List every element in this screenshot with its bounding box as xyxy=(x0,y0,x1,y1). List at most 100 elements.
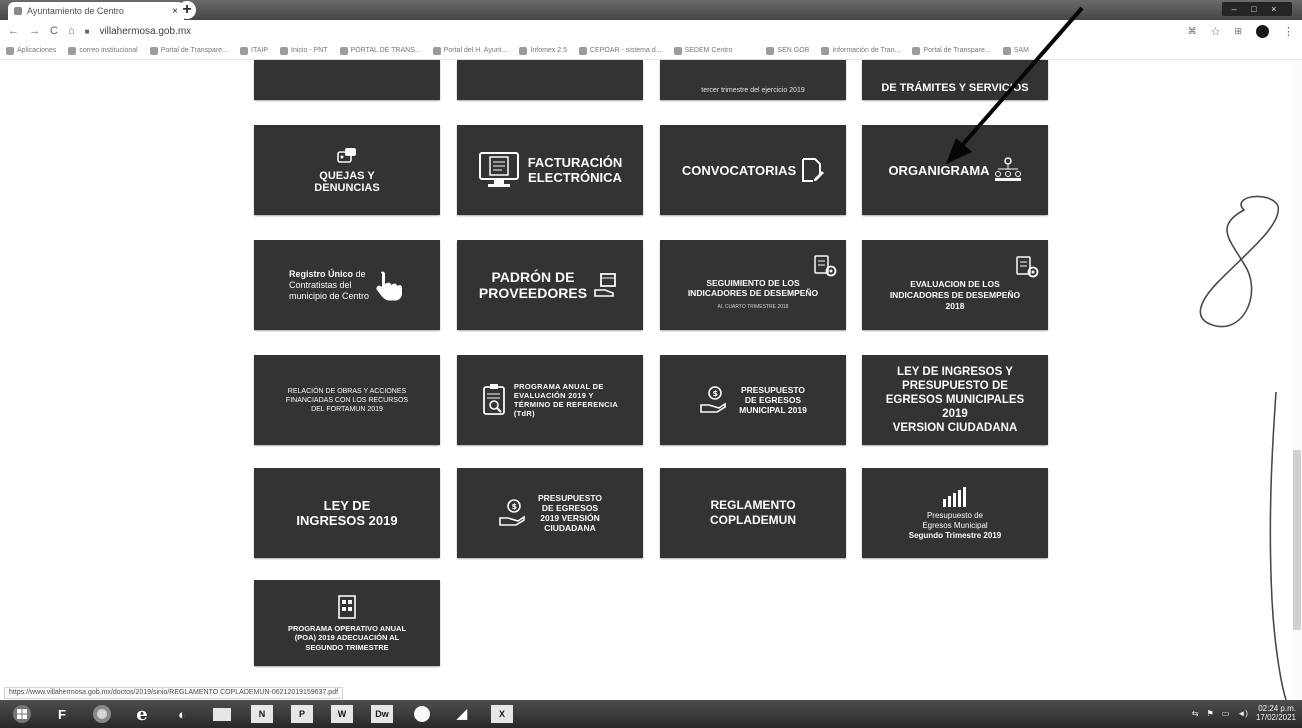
tile-ley-presupuesto-ciudadana[interactable]: LEY DE INGRESOS Y PRESUPUESTO DE EGRESOS… xyxy=(862,355,1048,445)
app-icon: ◢ xyxy=(457,706,467,721)
taskbar-filezilla[interactable]: F xyxy=(44,702,80,726)
network-icon[interactable]: ▭ xyxy=(1222,709,1230,718)
bookmark-item[interactable]: SEDEM Centro xyxy=(673,46,732,55)
bookmark-icon xyxy=(578,46,587,55)
computer-invoice-icon xyxy=(478,152,519,187)
scrollbar-thumb[interactable] xyxy=(1293,450,1301,630)
bookmark-icon xyxy=(149,46,158,55)
menu-icon[interactable]: ⋮ xyxy=(1283,25,1294,38)
bookmark-item[interactable]: Infomex 2.5 xyxy=(519,46,567,55)
bookmark-item[interactable]: ITAIP xyxy=(240,46,268,55)
hand-box-icon xyxy=(594,273,616,297)
tile-ley-ingresos[interactable]: LEY DE INGRESOS 2019 xyxy=(254,468,440,558)
chrome-icon xyxy=(93,705,111,723)
taskbar-misc[interactable]: ◢ xyxy=(444,702,480,726)
status-url: https://www.villahermosa.gob.mx/doctos/2… xyxy=(4,687,344,699)
back-icon[interactable]: ← xyxy=(8,25,19,37)
bookmark-icon xyxy=(68,46,77,55)
taskbar-onenote[interactable]: N xyxy=(251,705,273,723)
bookmark-item[interactable]: Portal de Transpare... xyxy=(149,46,228,55)
tile-partial-1[interactable] xyxy=(254,60,440,100)
taskbar-explorer[interactable] xyxy=(204,702,240,726)
translate-icon[interactable]: ⌘ xyxy=(1188,26,1197,37)
browser-tab[interactable]: Ayuntamiento de Centro × xyxy=(8,2,184,20)
tile-convocatorias[interactable]: CONVOCATORIAS xyxy=(660,125,846,215)
tile-programa-evaluacion[interactable]: PROGRAMA ANUAL DE EVALUACIÓN 2019 Y TÉRM… xyxy=(457,355,643,445)
taskbar-powerpoint[interactable]: P xyxy=(291,705,313,723)
tile-evaluacion-indicadores[interactable]: EVALUACION DE LOS INDICADORES DE DESEMPE… xyxy=(862,240,1048,330)
taskbar-word[interactable]: W xyxy=(331,705,353,723)
volume-icon[interactable]: ◄) xyxy=(1237,709,1248,718)
complaints-icon xyxy=(337,148,356,163)
bookmark-item[interactable]: Portal de Transpare... xyxy=(912,46,991,55)
tile-facturacion[interactable]: FACTURACIÓN ELECTRÓNICA xyxy=(457,125,643,215)
bookmark-item[interactable]: Portal del H. Ayunt... xyxy=(432,46,507,55)
tile-partial-2[interactable] xyxy=(457,60,643,100)
bookmark-item[interactable]: Información de Tran... xyxy=(821,46,900,55)
reload-icon[interactable]: C xyxy=(50,25,58,37)
bookmark-item[interactable]: Inicio - PNT xyxy=(280,46,328,55)
tile-seguimiento-indicadores[interactable]: SEGUIMIENTO DE LOS INDICADORES DE DESEMP… xyxy=(660,240,846,330)
taskbar-excel[interactable]: X xyxy=(491,705,513,723)
bookmark-item[interactable]: correo institucional xyxy=(68,46,138,55)
bookmark-icon xyxy=(432,46,441,55)
favicon-icon xyxy=(14,7,22,15)
home-icon[interactable]: ⌂ xyxy=(68,25,75,37)
taskbar-dreamweaver[interactable]: Dw xyxy=(371,705,393,723)
tile-organigrama[interactable]: ORGANIGRAMA xyxy=(862,125,1048,215)
apps-icon xyxy=(6,46,14,55)
bookmark-icon xyxy=(821,46,830,55)
org-chart-icon xyxy=(994,157,1021,181)
tab-strip: Ayuntamiento de Centro × + – □ × xyxy=(0,0,1302,20)
bookmark-item[interactable]: PORTAL DE TRANS... xyxy=(339,46,421,55)
bookmark-item[interactable]: CEPOAR - sistema d... xyxy=(578,46,662,55)
extension-icon[interactable]: ⊞ xyxy=(1234,26,1242,37)
star-icon[interactable]: ☆ xyxy=(1211,25,1221,38)
lock-icon: ■ xyxy=(84,26,90,36)
bookmark-icon xyxy=(280,46,288,55)
tile-presupuesto-segundo-trimestre[interactable]: Presupuesto de Egresos Municipal Segundo… xyxy=(862,468,1048,558)
tile-presupuesto-egresos-2019[interactable]: $ PRESUPUESTO DE EGRESOS MUNICIPAL 2019 xyxy=(660,355,846,445)
url-field[interactable]: villahermosa.gob.mx xyxy=(99,26,191,37)
tile-quejas[interactable]: QUEJAS Y DENUNCIAS xyxy=(254,125,440,215)
bookmark-icon xyxy=(673,46,682,55)
bookmark-icon xyxy=(766,46,775,55)
taskbar-chrome[interactable] xyxy=(84,702,120,726)
taskbar-ie[interactable]: e xyxy=(124,702,160,726)
taskbar-app[interactable] xyxy=(404,702,440,726)
tile-relacion-obras[interactable]: RELACIÓN DE OBRAS Y ACCIONES FINANCIADAS… xyxy=(254,355,440,445)
money-hand-icon: $ xyxy=(700,386,726,413)
clipboard-gear-icon xyxy=(1016,255,1039,277)
clipboard-gear-icon xyxy=(814,255,837,277)
bookmark-item[interactable]: Aplicaciones xyxy=(6,46,56,55)
profile-avatar[interactable] xyxy=(1256,24,1269,38)
tray-flag-icon[interactable]: ⚑ xyxy=(1207,709,1214,718)
tray-arrows-icon[interactable]: ⇆ xyxy=(1192,709,1199,718)
tile-partial-3[interactable]: tercer trimestre del ejercicio 2019 xyxy=(660,60,846,100)
app-circle-icon xyxy=(414,706,430,722)
bookmark-icon xyxy=(240,46,249,55)
window-controls[interactable]: – □ × xyxy=(1222,2,1292,16)
forward-icon[interactable]: → xyxy=(29,25,40,37)
taskbar: F e ◐ N P W Dw ◢ X xyxy=(0,700,1302,728)
bookmarks-bar: Aplicaciones correo institucional Portal… xyxy=(0,42,1302,60)
annotation-overlay xyxy=(946,6,1287,701)
tile-registro-contratistas[interactable]: Registro Único de Contratistas del munic… xyxy=(254,240,440,330)
svg-text:$: $ xyxy=(713,389,719,398)
start-button[interactable] xyxy=(4,702,40,726)
tile-presupuesto-ciudadana[interactable]: $ PRESUPUESTO DE EGRESOS 2019 VERSIÓN CI… xyxy=(457,468,643,558)
clock[interactable]: 02:24 p.m. 17/02/2021 xyxy=(1256,704,1296,722)
bookmark-icon xyxy=(339,46,348,55)
bookmark-item[interactable]: SAM xyxy=(1002,46,1029,55)
media-icon: ◐ xyxy=(178,706,186,722)
scrollbar[interactable] xyxy=(1292,60,1302,700)
address-bar: ← → C ⌂ ■ villahermosa.gob.mx ⌘ ☆ ⊞ ⋮ xyxy=(0,20,1302,42)
new-tab-button[interactable]: + xyxy=(178,1,196,19)
tile-partial-4[interactable]: DE TRÁMITES Y SERVICIOS xyxy=(862,60,1048,100)
tile-padron-proveedores[interactable]: PADRÓN DE PROVEEDORES xyxy=(457,240,643,330)
tile-poa-adecuacion[interactable]: PROGRAMA OPERATIVO ANUAL (POA) 2019 ADEC… xyxy=(254,580,440,666)
bookmark-item[interactable]: SEN GOB xyxy=(766,46,809,55)
folder-icon xyxy=(213,707,231,721)
taskbar-media-player[interactable]: ◐ xyxy=(164,702,200,726)
tile-reglamento-coplademun[interactable]: REGLAMENTO COPLADEMUN xyxy=(660,468,846,558)
